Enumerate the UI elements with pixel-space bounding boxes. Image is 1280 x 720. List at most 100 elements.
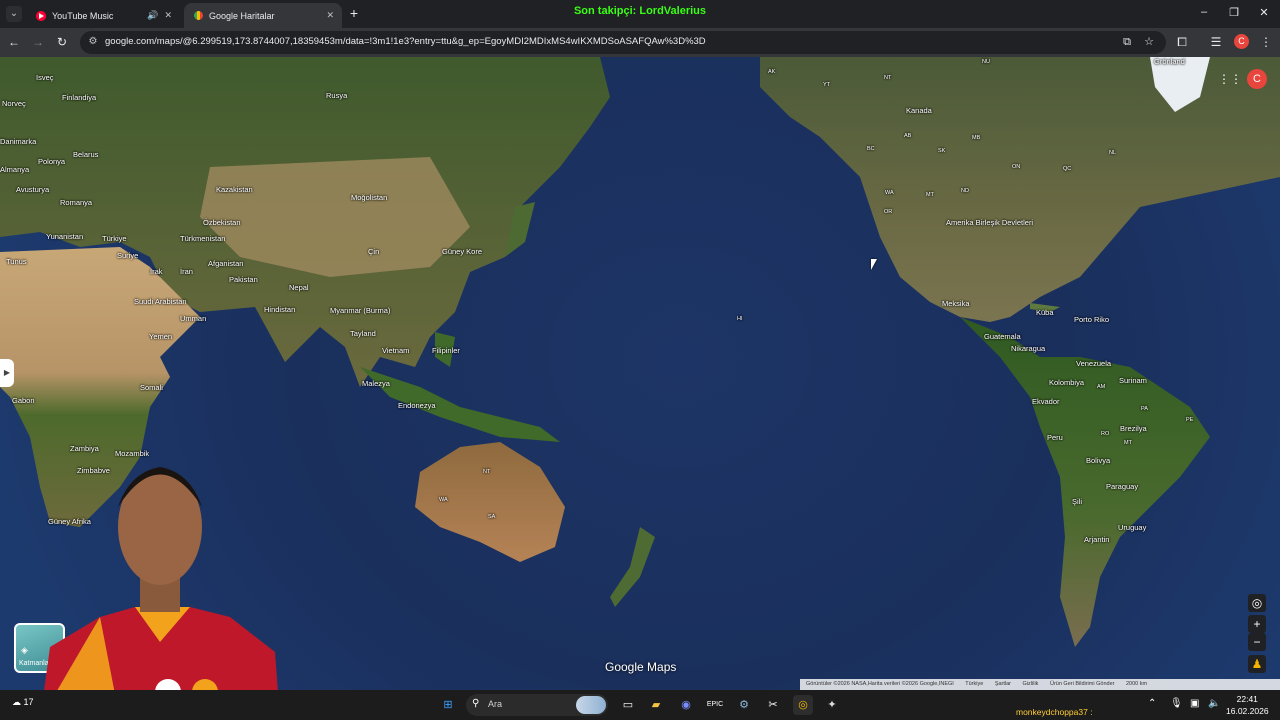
map-place-label[interactable]: WA <box>439 497 448 503</box>
map-place-label[interactable]: Endonezya <box>398 401 436 410</box>
map-place-label[interactable]: Suriye <box>117 251 138 260</box>
profile-avatar[interactable]: C <box>1234 34 1249 49</box>
volume-icon[interactable]: 🔈 <box>1208 698 1220 709</box>
map-place-label[interactable]: AB <box>904 133 911 139</box>
map-place-label[interactable]: Peru <box>1047 433 1063 442</box>
menu-icon[interactable]: ⋮ <box>1258 34 1274 50</box>
site-info-icon[interactable]: ⚙ <box>86 36 100 48</box>
map-place-label[interactable]: Kanada <box>906 106 932 115</box>
my-location-button[interactable]: ◎ <box>1248 594 1266 612</box>
taskbar-search[interactable]: ⚲ Ara <box>466 694 608 716</box>
map-place-label[interactable]: Tunus <box>6 257 27 266</box>
map-place-label[interactable]: ND <box>961 188 969 194</box>
bookmark-star-icon[interactable]: ☆ <box>1142 35 1156 49</box>
task-view-icon[interactable]: ▭ <box>618 695 638 715</box>
map-place-label[interactable]: Kolombiya <box>1049 378 1084 387</box>
map-place-label[interactable]: Danimarka <box>0 137 36 146</box>
map-place-label[interactable]: Suudi Arabistan <box>134 297 187 306</box>
map-place-label[interactable]: Porto Riko <box>1074 315 1109 324</box>
map-place-label[interactable]: Somali <box>140 383 163 392</box>
map-place-label[interactable]: Amerika Birleşik Devletleri <box>946 218 1033 227</box>
map-place-label[interactable]: Surinam <box>1119 376 1147 385</box>
map-place-label[interactable]: Yunanistan <box>46 232 83 241</box>
map-place-label[interactable]: RO <box>1101 431 1109 437</box>
map-place-label[interactable]: Myanmar (Burma) <box>330 306 390 315</box>
map-place-label[interactable]: Vietnam <box>382 346 409 355</box>
restore-button[interactable]: ❐ <box>1226 6 1242 19</box>
account-avatar[interactable]: C <box>1247 69 1267 89</box>
map-place-label[interactable]: Arjantin <box>1084 535 1109 544</box>
terms-link[interactable]: Şartlar <box>995 681 1011 687</box>
map-place-label[interactable]: Türkmenistan <box>180 234 225 243</box>
map-place-label[interactable]: Meksika <box>942 299 970 308</box>
address-bar[interactable]: ⚙ google.com/maps/@6.299519,173.8744007,… <box>80 31 1166 54</box>
map-place-label[interactable]: Paraguay <box>1106 482 1138 491</box>
map-place-label[interactable]: NT <box>884 75 891 81</box>
chrome-icon[interactable]: ◎ <box>793 695 813 715</box>
start-button[interactable]: ⊞ <box>438 695 458 715</box>
map-place-label[interactable]: Ekvador <box>1032 397 1060 406</box>
epic-games-icon[interactable]: EPIC <box>705 695 725 715</box>
map-place-label[interactable]: Guatemala <box>984 332 1021 341</box>
map-place-label[interactable]: Almanya <box>0 165 29 174</box>
map-place-label[interactable]: YT <box>823 82 830 88</box>
map-place-label[interactable]: Finlandiya <box>62 93 96 102</box>
system-clock[interactable]: 22:41 16.02.2026 <box>1226 693 1269 717</box>
map-place-label[interactable]: MT <box>926 192 934 198</box>
map-place-label[interactable]: Moğolistan <box>351 193 387 202</box>
map-place-label[interactable]: NU <box>982 59 990 65</box>
steam-icon[interactable]: ⚙ <box>734 695 754 715</box>
forward-button[interactable]: → <box>30 34 46 50</box>
map-place-label[interactable]: Polonya <box>38 157 65 166</box>
zoom-out-button[interactable]: − <box>1248 633 1266 651</box>
google-apps-icon[interactable]: ⋮⋮ <box>1218 73 1242 85</box>
map-place-label[interactable]: PA <box>1141 406 1148 412</box>
map-place-label[interactable]: Güney Kore <box>442 247 482 256</box>
map-place-label[interactable]: ON <box>1012 164 1020 170</box>
map-place-label[interactable]: BC <box>867 146 875 152</box>
map-place-label[interactable]: MT <box>1124 440 1132 446</box>
map-place-label[interactable]: Belarus <box>73 150 98 159</box>
map-place-label[interactable]: OR <box>884 209 892 215</box>
reload-button[interactable]: ↻ <box>54 34 70 50</box>
streaming-app-icon[interactable]: ✦ <box>822 695 842 715</box>
map-place-label[interactable]: İran <box>180 267 193 276</box>
extensions-icon[interactable]: ⧠ <box>1174 34 1190 50</box>
network-icon[interactable]: ▣ <box>1190 698 1199 709</box>
map-place-label[interactable]: PE <box>1186 417 1193 423</box>
map-place-label[interactable]: Türkiye <box>102 234 127 243</box>
feedback-link[interactable]: Ürün Geri Bildirimi Gönder <box>1050 681 1115 687</box>
install-app-icon[interactable]: ⧉ <box>1120 35 1134 49</box>
map-place-label[interactable]: NL <box>1109 150 1116 156</box>
map-place-label[interactable]: Küba <box>1036 308 1054 317</box>
map-place-label[interactable]: AK <box>768 69 775 75</box>
map-place-label[interactable]: MB <box>972 135 980 141</box>
microphone-icon[interactable]: 🎙 <box>1170 698 1183 709</box>
privacy-link[interactable]: Gizlilik <box>1023 681 1039 687</box>
map-place-label[interactable]: Çin <box>368 247 379 256</box>
map-place-label[interactable]: QC <box>1063 166 1071 172</box>
map-place-label[interactable]: SK <box>938 148 945 154</box>
file-explorer-icon[interactable]: ▰ <box>646 695 666 715</box>
map-place-label[interactable]: WA <box>885 190 894 196</box>
country-link[interactable]: Türkiye <box>965 681 983 687</box>
map-place-label[interactable]: Hindistan <box>264 305 295 314</box>
map-place-label[interactable]: Norveç <box>2 99 26 108</box>
map-place-label[interactable]: Yemen <box>149 332 172 341</box>
map-place-label[interactable]: Kazakistan <box>216 185 253 194</box>
map-place-label[interactable]: Afganistan <box>208 259 243 268</box>
map-place-label[interactable]: Irak <box>150 267 163 276</box>
map-place-label[interactable]: Malezya <box>362 379 390 388</box>
map-place-label[interactable]: Şili <box>1072 497 1082 506</box>
map-place-label[interactable]: AM <box>1097 384 1105 390</box>
map-place-label[interactable]: Avusturya <box>16 185 49 194</box>
map-place-label[interactable]: Nepal <box>289 283 309 292</box>
map-place-label[interactable]: Umman <box>180 314 206 323</box>
zoom-in-button[interactable]: + <box>1248 615 1266 633</box>
minimize-button[interactable]: – <box>1196 6 1212 18</box>
map-place-label[interactable]: HI <box>737 316 743 322</box>
tray-overflow-icon[interactable]: ⌃ <box>1148 698 1156 709</box>
map-place-label[interactable]: Romanya <box>60 198 92 207</box>
map-place-label[interactable]: Nikaragua <box>1011 344 1045 353</box>
map-place-label[interactable]: Gabon <box>12 396 35 405</box>
